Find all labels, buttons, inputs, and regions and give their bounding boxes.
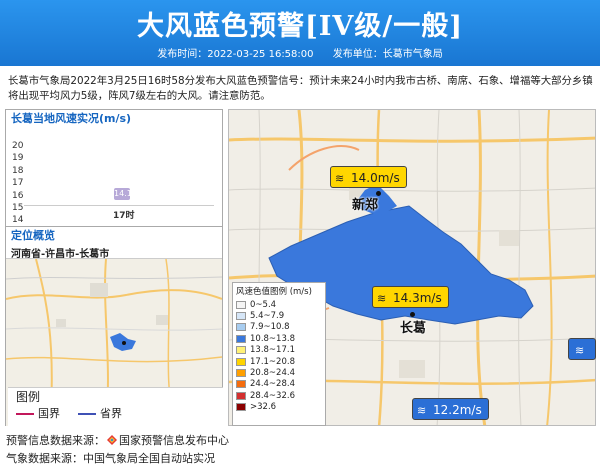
legend-swatch [236, 346, 246, 355]
legend-row: 28.4~32.6 [233, 390, 325, 401]
legend-row: 17.1~20.8 [233, 356, 325, 367]
legend-row: 13.8~17.1 [233, 345, 325, 356]
y-tick: 17 [12, 178, 24, 189]
weather-source: 气象数据来源：中国气象局全国自动站实况 [6, 452, 215, 465]
wind-speed-x-tick: 17时 [113, 211, 135, 221]
legend-swatch [236, 323, 246, 332]
y-tick: 15 [12, 202, 24, 213]
warning-header: 大风蓝色预警[IV级/一般] 发布时间：2022-03-25 16:58:00 … [0, 0, 600, 66]
wind-badge-east-edge[interactable]: ≋ [568, 338, 596, 360]
warning-description: 长葛市气象局2022年3月25日16时58分发布大风蓝色预警信号：预计未来24小… [8, 75, 593, 102]
warning-meta: 发布时间：2022-03-25 16:58:00 发布单位：长葛市气象局 [0, 48, 600, 62]
city-label-changge: 长葛 [400, 321, 427, 336]
country-border-label: 国界 [38, 407, 60, 420]
wind-badge-changge[interactable]: ≋ 14.3m/s [372, 286, 449, 308]
publish-unit: 发布单位：长葛市气象局 [332, 49, 443, 60]
legend-label: 20.8~24.4 [250, 368, 295, 379]
legend-swatch [236, 391, 246, 400]
legend-swatch [236, 312, 246, 321]
legend-swatch [236, 334, 246, 343]
wind-icon: ≋ [575, 344, 585, 357]
locate-panel-title: 定位概览 [11, 229, 55, 242]
province-border-label: 省界 [100, 407, 122, 420]
city-label-xinzheng: 新郑 [352, 198, 379, 213]
legend-label: 24.4~28.4 [250, 379, 295, 390]
legend-label: 13.8~17.1 [250, 345, 295, 356]
legend-swatch [236, 357, 246, 366]
y-tick: 18 [12, 165, 24, 176]
legend-label: 10.8~13.8 [250, 333, 295, 344]
legend-swatch [236, 380, 246, 389]
legend-row: 0~5.4 [233, 299, 325, 310]
wind-icon: ≋ [377, 292, 387, 305]
overview-legend-rows: 国界 省界 [8, 406, 223, 422]
province-border-swatch [78, 413, 96, 415]
warning-source-label: 预警信息数据来源： [6, 434, 105, 447]
y-tick: 16 [12, 190, 24, 201]
wind-icon: ≋ [417, 404, 427, 417]
overview-map-legend: 图例 国界 省界 [8, 387, 223, 426]
warning-title: 大风蓝色预警[IV级/一般] [137, 11, 463, 42]
legend-label: >32.6 [250, 402, 277, 413]
legend-row: 20.8~24.4 [233, 367, 325, 378]
warning-source: 预警信息数据来源： 国家预警信息发布中心 [6, 432, 229, 450]
legend-swatch [236, 403, 246, 412]
legend-row: 5.4~7.9 [233, 310, 325, 321]
wind-badge-south[interactable]: ≋ 12.2m/s [412, 398, 489, 420]
legend-label: 7.9~10.8 [250, 322, 290, 333]
legend-row: >32.6 [233, 402, 325, 413]
legend-row: 7.9~10.8 [233, 322, 325, 333]
legend-label: 5.4~7.9 [250, 311, 285, 322]
legend-label: 0~5.4 [250, 299, 277, 310]
wind-badge-xinzheng[interactable]: ≋ 14.0m/s [330, 166, 407, 188]
wind-badge-value: 12.2m/s [433, 403, 482, 417]
legend-swatch [236, 300, 246, 309]
legend-swatch [236, 369, 246, 378]
wind-speed-legend: 风速色值图例 (m/s) 0~5.4 5.4~7.9 7.9~10.8 10.8… [232, 282, 326, 426]
legend-label: 17.1~20.8 [250, 356, 295, 367]
warning-source-name[interactable]: 国家预警信息发布中心 [119, 434, 229, 447]
legend-row: 10.8~13.8 [233, 333, 325, 344]
wind-speed-legend-title: 风速色值图例 (m/s) [236, 287, 312, 297]
legend-row: 24.4~28.4 [233, 379, 325, 390]
data-sources: 预警信息数据来源： 国家预警信息发布中心 气象数据来源：中国气象局全国自动站实况 [6, 432, 229, 468]
wind-badge-value: 14.3m/s [393, 291, 442, 305]
wind-speed-panel-title: 长葛当地风速实况(m/s) [11, 112, 132, 125]
wind-icon: ≋ [335, 172, 345, 185]
wind-speed-value-label[interactable]: 14.1 [114, 188, 132, 200]
wind-speed-x-axis [24, 205, 214, 206]
country-border-swatch [16, 413, 34, 415]
wind-speed-y-axis: 20 19 18 17 16 15 14 [12, 140, 23, 227]
y-tick: 19 [12, 153, 24, 164]
overview-legend-title: 图例 [16, 390, 41, 404]
wind-badge-value: 14.0m/s [351, 171, 400, 185]
warning-center-logo-icon [107, 433, 117, 445]
y-tick: 14 [12, 215, 24, 226]
publish-time: 发布时间：2022-03-25 16:58:00 [157, 49, 314, 60]
y-tick: 20 [12, 141, 24, 151]
legend-label: 28.4~32.6 [250, 390, 295, 401]
